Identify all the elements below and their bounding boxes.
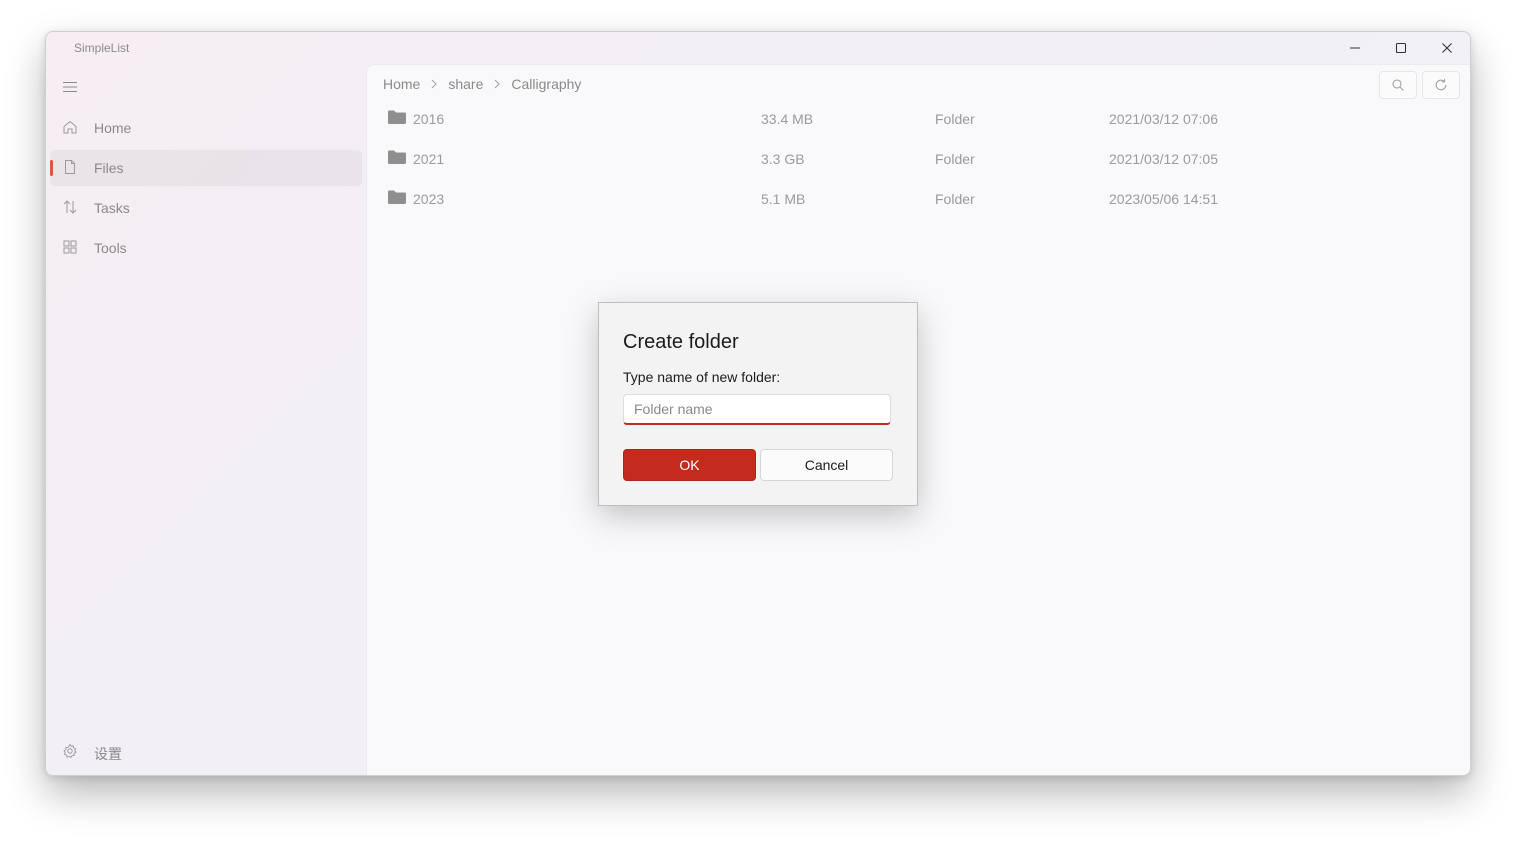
cancel-button[interactable]: Cancel (760, 449, 893, 481)
dialog-title: Create folder (623, 331, 739, 353)
ok-button[interactable]: OK (623, 449, 756, 481)
create-folder-dialog: Create folder Type name of new folder: O… (598, 302, 918, 506)
app-window: SimpleList Home Files Tasks Tools 设置 Hom… (45, 31, 1471, 776)
modal-overlay: Create folder Type name of new folder: O… (46, 32, 1470, 775)
dialog-prompt: Type name of new folder: (623, 369, 781, 385)
folder-name-input[interactable] (623, 394, 891, 425)
